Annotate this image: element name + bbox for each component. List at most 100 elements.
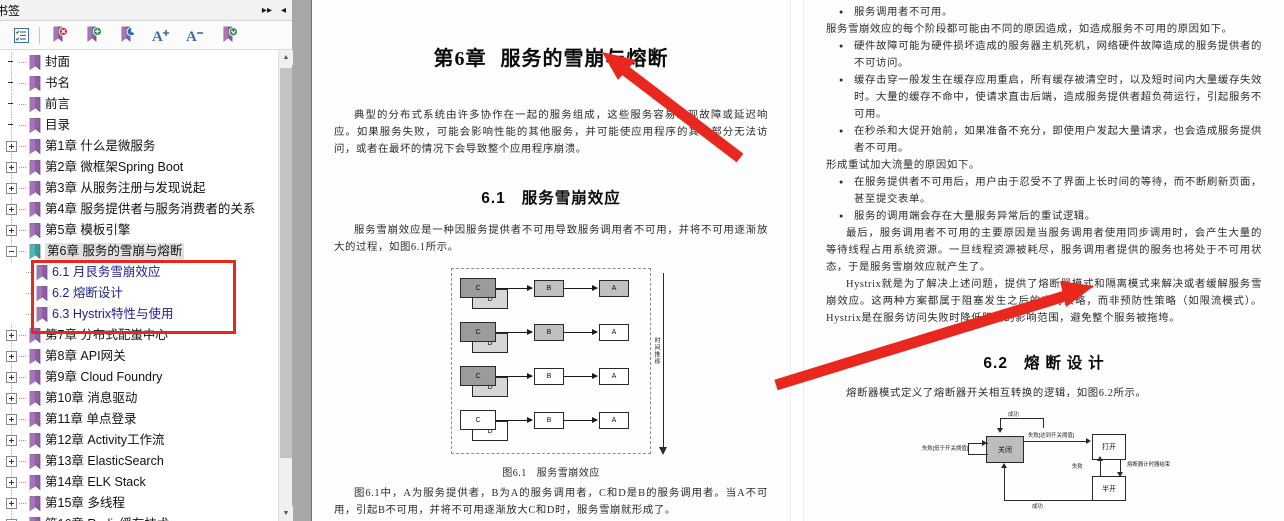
edge-fail-below-h [968,454,988,455]
bookmark-item-label: 6.3 Hystrix特性与使用 [52,307,174,321]
tree-dotted-link [19,99,28,110]
bookmark-tree-item[interactable]: 第13章 ElasticSearch [0,451,278,472]
bookmark-item-label: 6.1 月艮务雪崩效应 [52,265,161,279]
tree-dotted-link [26,267,35,278]
tree-expand-plus-icon[interactable] [6,372,17,383]
bookmark-tree-item[interactable]: 第4章 服务提供者与服务消费者的关系 [0,199,278,220]
toolbar-divider [39,26,40,44]
bookmark-tree-item[interactable]: 第2章 微框架Spring Boot [0,157,278,178]
panel-collapse-icon[interactable]: ◂ [281,5,286,16]
bookmark-tree-item[interactable]: 书名 [0,73,278,94]
list-item: 硬件故障可能为硬件损坏造成的服务器主机死机，网络硬件故障造成的服务提供者的不可访… [826,38,1262,72]
font-decrease-icon[interactable]: A [183,23,209,47]
options-list-icon[interactable] [8,23,34,47]
bookmark-item-label: 第13章 ElasticSearch [45,454,164,468]
bookmark-icon [29,97,41,113]
bookmark-tree-item[interactable]: 第14章 ELK Stack [0,472,278,493]
edge-label-fail-below: 失败[低于开关阈值] [922,446,969,452]
tree-expand-plus-icon[interactable] [6,330,17,341]
page-separator [790,0,804,521]
tree-dotted-link [19,414,28,425]
arrow-b-to-a [564,329,598,335]
bookmark-tree-item[interactable]: 第11章 单点登录 [0,409,278,430]
bookmark-tree-item[interactable]: 第5章 模板引擎 [0,220,278,241]
bookmark-tree-item[interactable]: 6.2 熔断设计 [0,283,278,304]
bookmark-scrollbar[interactable]: ▲ ▼ [278,50,293,521]
bookmark-icon [29,202,41,218]
node-a: A [599,412,629,429]
arrowhead-open-to-half [1117,472,1123,477]
bookmark-tree-item[interactable]: 第16章 Redis缓存技术 [0,514,278,521]
bookmark-tree-item[interactable]: 第6章 服务的雪崩与熔断 [0,241,278,262]
tree-expand-plus-icon[interactable] [6,225,17,236]
bookmark-icon [36,286,48,302]
chapter-number: 第6章 [433,48,487,70]
section-6-2-intro: 熔断器模式定义了熔断器开关相互转换的逻辑，如图6.2所示。 [846,388,1147,399]
figure-6-1-explanation: 图6.1中，A为服务提供者，B为A的服务调用者，C和D是B的服务调用者。当A不可… [334,488,768,516]
tree-expand-plus-icon[interactable] [6,393,17,404]
bookmark-tree-item[interactable]: 6.1 月艮务雪崩效应 [0,262,278,283]
arrow-c-to-b [496,417,533,423]
bookmark-icon [29,517,41,521]
bookmark-options-icon[interactable] [217,23,243,47]
tree-expand-plus-icon[interactable] [6,141,17,152]
bookmark-icon [29,496,41,512]
chapter-intro-paragraph: 典型的分布式系统由许多协作在一起的服务组成，这些服务容易出现故障或延迟响应。如果… [334,110,768,155]
edge-half-to-closed-v [1004,468,1005,500]
bookmark-tree-item[interactable]: 封面 [0,52,278,73]
bookmark-tree-item[interactable]: 前言 [0,94,278,115]
pdf-page-left: 第6章 服务的雪崩与熔断 典型的分布式系统由许多协作在一起的服务组成，这些服务容易… [312,0,790,521]
bookmark-edit-icon[interactable] [115,23,141,47]
panel-title: 书签 [0,3,21,18]
bookmark-item-label: 第6章 服务的雪崩与熔断 [45,243,185,260]
bookmark-tree: 封面书名 前言 目录 第1章 什么是微服务 第2章 微框架Spring Boot 第3章 … [0,50,278,521]
tree-expand-plus-icon[interactable] [6,477,17,488]
tree-expand-plus-icon[interactable] [6,351,17,362]
bookmark-tree-item[interactable]: 第1章 什么是微服务 [0,136,278,157]
tree-expand-plus-icon[interactable] [6,204,17,215]
scroll-down-arrow-icon[interactable]: ▼ [279,506,293,521]
bookmark-panel-header: 书签 ▸▸ ◂ [0,0,292,21]
bookmark-panel: 书签 ▸▸ ◂ A A 封面 书名 前言 目录 第1章 什么是微服务 第2章 微… [0,0,293,521]
sync-call-paragraph: 最后，服务调用者不可用的主要原因是当服务调用者使用同步调用时，会产生大量的等待线… [826,228,1262,273]
edge-label-success-loop: 成功 [1008,412,1019,418]
bookmark-tree-item[interactable]: 第10章 消息驱动 [0,388,278,409]
bookmark-add-icon[interactable] [81,23,107,47]
bookmark-item-label: 第7章 分布式配蚩中心 [45,328,168,342]
top-bullet-list: 服务调用者不可用。 [826,4,1262,21]
tree-expand-plus-icon[interactable] [6,456,17,467]
bookmark-tree-item[interactable]: 第9章 Cloud Foundry [0,367,278,388]
figure-row-2: D C B A [452,319,650,359]
bookmark-tree-item[interactable]: 目录 [0,115,278,136]
bookmark-tree-item[interactable]: 第15章 多线程 [0,493,278,514]
edge-label-timer: 熔断器计时器结束 [1127,462,1171,468]
tree-expand-plus-icon[interactable] [6,435,17,446]
bookmark-tree-item[interactable]: 第7章 分布式配蚩中心 [0,325,278,346]
bookmark-tree-item[interactable]: 第3章 从服务注册与发现说起 [0,178,278,199]
bookmark-tree-item[interactable]: 第8章 API网关 [0,346,278,367]
font-increase-icon[interactable]: A [149,23,175,47]
document-view[interactable]: 第6章 服务的雪崩与熔断 典型的分布式系统由许多协作在一起的服务组成，这些服务容易… [312,0,1284,521]
bookmark-icon [29,244,41,260]
bookmark-item-label: 封面 [45,55,71,69]
node-b: B [534,412,564,429]
bookmark-icon [29,370,41,386]
bookmark-tree-item[interactable]: 6.3 Hystrix特性与使用 [0,304,278,325]
edge-label-fail: 失败 [1072,464,1083,470]
tree-expand-plus-icon[interactable] [6,414,17,425]
bookmark-icon [29,454,41,470]
collapse-all-icon[interactable]: ▸▸ [262,5,272,16]
tree-expand-plus-icon[interactable] [6,183,17,194]
tree-expand-plus-icon[interactable] [6,162,17,173]
scroll-up-arrow-icon[interactable]: ▲ [279,50,293,65]
tree-collapse-minus-icon[interactable] [6,246,17,257]
section-6-1-intro: 服务雪崩效应是一种因服务提供者不可用导致服务调用者不可用，并将不可用逐渐放大的过… [334,225,768,253]
pdf-page-right: 服务调用者不可用。 服务雪崩效应的每个阶段都可能由不同的原因造成，如造成服务不可… [804,0,1284,521]
node-c: C [460,366,496,386]
time-axis-arrow [659,273,667,455]
bookmark-tree-item[interactable]: 第12章 Activity工作流 [0,430,278,451]
tree-expand-plus-icon[interactable] [6,498,17,509]
panel-document-divider[interactable] [292,0,312,521]
bookmark-delete-icon[interactable] [47,23,73,47]
scrollbar-thumb[interactable] [280,68,292,458]
